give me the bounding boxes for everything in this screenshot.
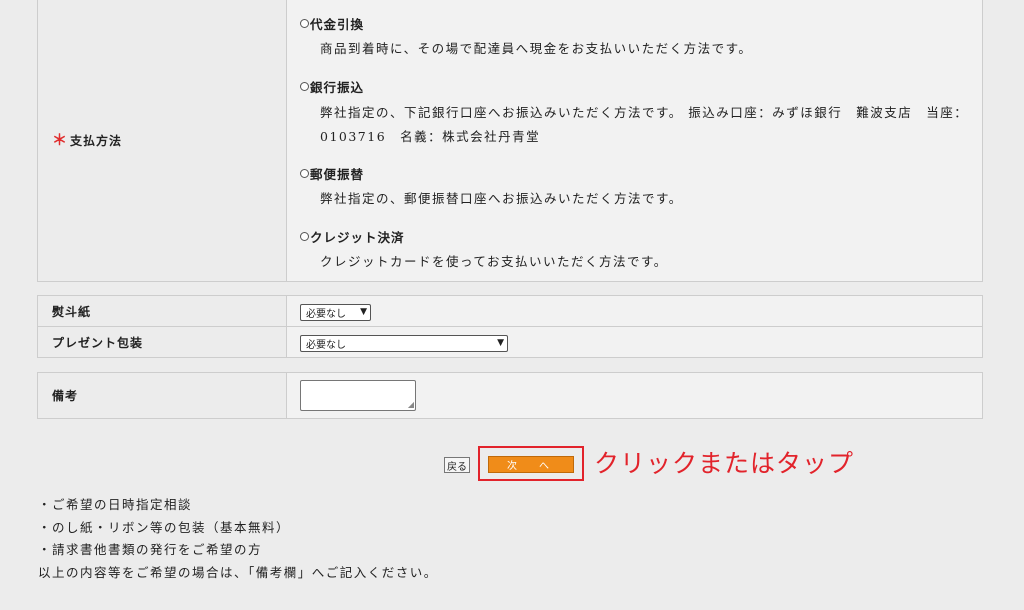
payment-method-label-text: 支払方法 <box>70 133 123 148</box>
payment-option-description: クレジットカードを使ってお支払いいただく方法です。 <box>320 254 668 269</box>
required-mark: ＊ <box>52 130 69 149</box>
back-button[interactable]: 戻る <box>444 457 470 473</box>
payment-method-table: ＊支払方法 代金引換 商品到着時に、その場で配達員へ現金をお支払いいただく方法で… <box>37 0 983 282</box>
order-form-page: ＊支払方法 代金引換 商品到着時に、その場で配達員へ現金をお支払いいただく方法で… <box>0 0 1024 610</box>
gift-wrap-label: プレゼント包装 <box>37 326 287 358</box>
payment-option-label: クレジット決済 <box>310 230 405 245</box>
gift-wrap-select[interactable]: 必要なし ▼ <box>300 334 508 352</box>
note-item: ・ご希望の日時指定相談 <box>38 497 193 512</box>
payment-option-description: 弊社指定の、下記銀行口座へお振込みいただく方法です。 振込み口座：みずほ銀行 難… <box>320 105 969 144</box>
payment-option-label: 銀行振込 <box>310 80 365 95</box>
payment-option-description: 商品到着時に、その場で配達員へ現金をお支払いいただく方法です。 <box>320 41 753 56</box>
payment-option-cod[interactable]: 代金引換 <box>300 14 364 33</box>
radio-bank-transfer[interactable] <box>300 82 309 91</box>
noshi-select[interactable]: 必要なし ▼ <box>300 303 371 321</box>
gift-options-table: 熨斗紙 必要なし ▼ プレゼント包装 必要なし ▼ <box>37 295 983 358</box>
payment-method-options: 代金引換 商品到着時に、その場で配達員へ現金をお支払いいただく方法です。 銀行振… <box>286 0 983 282</box>
next-button-highlight: 次 へ <box>478 446 584 481</box>
chevron-down-icon: ▼ <box>360 307 367 317</box>
noshi-select-value: 必要なし <box>306 308 346 320</box>
noshi-label: 熨斗紙 <box>37 295 287 327</box>
notes-list: ・ご希望の日時指定相談 ・のし紙・リボン等の包装（基本無料） ・請求書他書類の発… <box>38 494 438 584</box>
payment-option-postal-transfer[interactable]: 郵便振替 <box>300 164 364 183</box>
remarks-textarea[interactable]: ◢ <box>300 380 416 411</box>
payment-option-label: 代金引換 <box>310 17 365 32</box>
gift-wrap-select-value: 必要なし <box>306 339 346 351</box>
remarks-table: 備考 ◢ <box>37 372 983 419</box>
note-item: ・請求書他書類の発行をご希望の方 <box>38 542 263 557</box>
note-item: ・のし紙・リボン等の包装（基本無料） <box>38 519 291 535</box>
payment-option-label: 郵便振替 <box>310 167 365 182</box>
radio-postal-transfer[interactable] <box>300 169 309 178</box>
note-item: 以上の内容等をご希望の場合は、「備考欄」へご記入ください。 <box>38 564 438 580</box>
payment-option-credit-card[interactable]: クレジット決済 <box>300 227 405 246</box>
payment-option-bank-transfer[interactable]: 銀行振込 <box>300 77 364 96</box>
payment-option-description: 弊社指定の、郵便振替口座へお振込みいただく方法です。 <box>320 191 683 206</box>
chevron-down-icon: ▼ <box>497 338 504 348</box>
remarks-label: 備考 <box>37 372 287 419</box>
resize-grip-icon[interactable]: ◢ <box>408 401 414 409</box>
next-button[interactable]: 次 へ <box>488 456 574 473</box>
payment-method-label: ＊支払方法 <box>37 0 287 282</box>
click-or-tap-annotation: クリックまたはタップ <box>594 449 855 478</box>
radio-credit-card[interactable] <box>300 232 309 241</box>
radio-cod[interactable] <box>300 19 309 28</box>
